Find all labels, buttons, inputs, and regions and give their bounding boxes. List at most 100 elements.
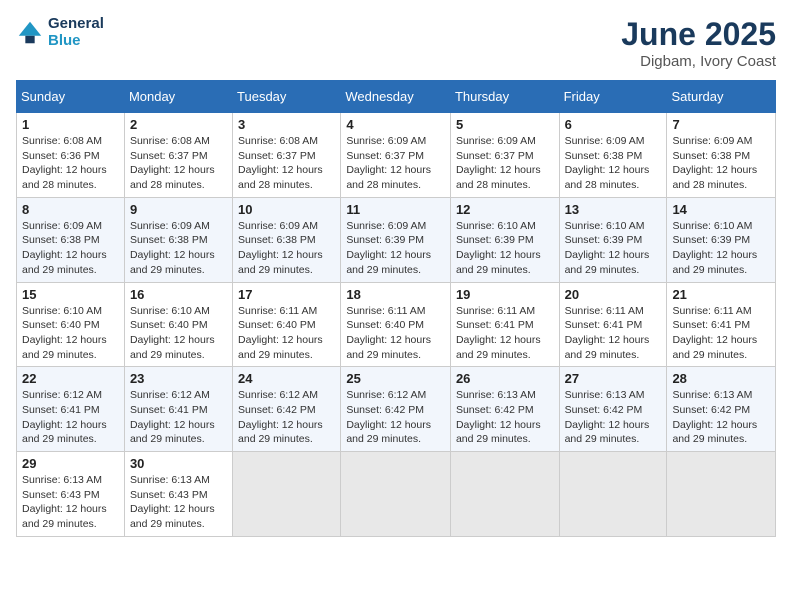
calendar-cell: 9 Sunrise: 6:09 AM Sunset: 6:38 PM Dayli… [124, 197, 232, 282]
calendar-cell [341, 452, 451, 537]
header-cell-tuesday: Tuesday [233, 81, 341, 113]
day-detail: Sunrise: 6:11 AM Sunset: 6:40 PM Dayligh… [346, 304, 445, 363]
day-number: 3 [238, 117, 335, 132]
calendar-week-row: 29 Sunrise: 6:13 AM Sunset: 6:43 PM Dayl… [17, 452, 776, 537]
calendar-subtitle: Digbam, Ivory Coast [621, 53, 776, 70]
calendar-cell: 29 Sunrise: 6:13 AM Sunset: 6:43 PM Dayl… [17, 452, 125, 537]
calendar-cell: 25 Sunrise: 6:12 AM Sunset: 6:42 PM Dayl… [341, 367, 451, 452]
day-number: 6 [565, 117, 662, 132]
day-number: 29 [22, 456, 119, 471]
day-detail: Sunrise: 6:09 AM Sunset: 6:38 PM Dayligh… [672, 134, 770, 193]
calendar-cell: 4 Sunrise: 6:09 AM Sunset: 6:37 PM Dayli… [341, 113, 451, 198]
day-number: 11 [346, 202, 445, 217]
calendar-cell: 26 Sunrise: 6:13 AM Sunset: 6:42 PM Dayl… [450, 367, 559, 452]
day-number: 13 [565, 202, 662, 217]
day-number: 20 [565, 287, 662, 302]
calendar-cell: 12 Sunrise: 6:10 AM Sunset: 6:39 PM Dayl… [450, 197, 559, 282]
day-number: 1 [22, 117, 119, 132]
day-detail: Sunrise: 6:10 AM Sunset: 6:39 PM Dayligh… [672, 219, 770, 278]
day-number: 26 [456, 371, 554, 386]
day-detail: Sunrise: 6:09 AM Sunset: 6:37 PM Dayligh… [456, 134, 554, 193]
day-number: 15 [22, 287, 119, 302]
calendar-cell: 23 Sunrise: 6:12 AM Sunset: 6:41 PM Dayl… [124, 367, 232, 452]
day-number: 28 [672, 371, 770, 386]
day-number: 25 [346, 371, 445, 386]
logo-line2: Blue [48, 33, 104, 50]
calendar-week-row: 1 Sunrise: 6:08 AM Sunset: 6:36 PM Dayli… [17, 113, 776, 198]
calendar-cell: 14 Sunrise: 6:10 AM Sunset: 6:39 PM Dayl… [667, 197, 776, 282]
logo-line1: General [48, 16, 104, 33]
day-number: 10 [238, 202, 335, 217]
calendar-cell: 30 Sunrise: 6:13 AM Sunset: 6:43 PM Dayl… [124, 452, 232, 537]
calendar-cell: 18 Sunrise: 6:11 AM Sunset: 6:40 PM Dayl… [341, 282, 451, 367]
calendar-cell: 19 Sunrise: 6:11 AM Sunset: 6:41 PM Dayl… [450, 282, 559, 367]
calendar-cell: 20 Sunrise: 6:11 AM Sunset: 6:41 PM Dayl… [559, 282, 667, 367]
day-detail: Sunrise: 6:11 AM Sunset: 6:41 PM Dayligh… [672, 304, 770, 363]
day-detail: Sunrise: 6:10 AM Sunset: 6:40 PM Dayligh… [22, 304, 119, 363]
day-detail: Sunrise: 6:09 AM Sunset: 6:39 PM Dayligh… [346, 219, 445, 278]
day-detail: Sunrise: 6:12 AM Sunset: 6:42 PM Dayligh… [346, 388, 445, 447]
day-detail: Sunrise: 6:12 AM Sunset: 6:42 PM Dayligh… [238, 388, 335, 447]
calendar-cell [667, 452, 776, 537]
calendar-cell: 22 Sunrise: 6:12 AM Sunset: 6:41 PM Dayl… [17, 367, 125, 452]
day-detail: Sunrise: 6:13 AM Sunset: 6:42 PM Dayligh… [456, 388, 554, 447]
day-number: 19 [456, 287, 554, 302]
day-detail: Sunrise: 6:09 AM Sunset: 6:38 PM Dayligh… [238, 219, 335, 278]
day-detail: Sunrise: 6:09 AM Sunset: 6:38 PM Dayligh… [565, 134, 662, 193]
calendar-cell: 24 Sunrise: 6:12 AM Sunset: 6:42 PM Dayl… [233, 367, 341, 452]
header-cell-saturday: Saturday [667, 81, 776, 113]
day-number: 22 [22, 371, 119, 386]
day-number: 24 [238, 371, 335, 386]
calendar-cell: 13 Sunrise: 6:10 AM Sunset: 6:39 PM Dayl… [559, 197, 667, 282]
logo-icon [16, 19, 44, 47]
day-number: 27 [565, 371, 662, 386]
calendar-cell: 1 Sunrise: 6:08 AM Sunset: 6:36 PM Dayli… [17, 113, 125, 198]
calendar-header-row: SundayMondayTuesdayWednesdayThursdayFrid… [17, 81, 776, 113]
day-detail: Sunrise: 6:08 AM Sunset: 6:37 PM Dayligh… [238, 134, 335, 193]
calendar-cell: 11 Sunrise: 6:09 AM Sunset: 6:39 PM Dayl… [341, 197, 451, 282]
day-number: 14 [672, 202, 770, 217]
calendar-cell: 5 Sunrise: 6:09 AM Sunset: 6:37 PM Dayli… [450, 113, 559, 198]
day-detail: Sunrise: 6:11 AM Sunset: 6:41 PM Dayligh… [456, 304, 554, 363]
calendar-cell [233, 452, 341, 537]
calendar-week-row: 22 Sunrise: 6:12 AM Sunset: 6:41 PM Dayl… [17, 367, 776, 452]
header: General Blue June 2025 Digbam, Ivory Coa… [16, 16, 776, 70]
day-number: 2 [130, 117, 227, 132]
title-area: June 2025 Digbam, Ivory Coast [621, 16, 776, 70]
calendar-cell: 21 Sunrise: 6:11 AM Sunset: 6:41 PM Dayl… [667, 282, 776, 367]
calendar-cell: 3 Sunrise: 6:08 AM Sunset: 6:37 PM Dayli… [233, 113, 341, 198]
header-cell-wednesday: Wednesday [341, 81, 451, 113]
calendar-cell [559, 452, 667, 537]
day-detail: Sunrise: 6:13 AM Sunset: 6:43 PM Dayligh… [22, 473, 119, 532]
day-detail: Sunrise: 6:09 AM Sunset: 6:38 PM Dayligh… [22, 219, 119, 278]
header-cell-sunday: Sunday [17, 81, 125, 113]
day-number: 9 [130, 202, 227, 217]
day-detail: Sunrise: 6:08 AM Sunset: 6:37 PM Dayligh… [130, 134, 227, 193]
day-number: 8 [22, 202, 119, 217]
calendar-title: June 2025 [621, 16, 776, 53]
day-detail: Sunrise: 6:08 AM Sunset: 6:36 PM Dayligh… [22, 134, 119, 193]
day-detail: Sunrise: 6:11 AM Sunset: 6:40 PM Dayligh… [238, 304, 335, 363]
day-number: 16 [130, 287, 227, 302]
calendar-cell: 8 Sunrise: 6:09 AM Sunset: 6:38 PM Dayli… [17, 197, 125, 282]
calendar-cell: 10 Sunrise: 6:09 AM Sunset: 6:38 PM Dayl… [233, 197, 341, 282]
day-number: 7 [672, 117, 770, 132]
day-detail: Sunrise: 6:09 AM Sunset: 6:38 PM Dayligh… [130, 219, 227, 278]
logo: General Blue [16, 16, 104, 49]
day-number: 4 [346, 117, 445, 132]
calendar-week-row: 8 Sunrise: 6:09 AM Sunset: 6:38 PM Dayli… [17, 197, 776, 282]
day-detail: Sunrise: 6:12 AM Sunset: 6:41 PM Dayligh… [130, 388, 227, 447]
header-cell-friday: Friday [559, 81, 667, 113]
calendar-cell: 17 Sunrise: 6:11 AM Sunset: 6:40 PM Dayl… [233, 282, 341, 367]
day-number: 21 [672, 287, 770, 302]
day-detail: Sunrise: 6:09 AM Sunset: 6:37 PM Dayligh… [346, 134, 445, 193]
calendar-cell: 15 Sunrise: 6:10 AM Sunset: 6:40 PM Dayl… [17, 282, 125, 367]
day-detail: Sunrise: 6:13 AM Sunset: 6:42 PM Dayligh… [565, 388, 662, 447]
calendar-table: SundayMondayTuesdayWednesdayThursdayFrid… [16, 80, 776, 537]
calendar-cell: 27 Sunrise: 6:13 AM Sunset: 6:42 PM Dayl… [559, 367, 667, 452]
calendar-cell [450, 452, 559, 537]
calendar-cell: 28 Sunrise: 6:13 AM Sunset: 6:42 PM Dayl… [667, 367, 776, 452]
header-cell-monday: Monday [124, 81, 232, 113]
day-number: 17 [238, 287, 335, 302]
day-detail: Sunrise: 6:10 AM Sunset: 6:40 PM Dayligh… [130, 304, 227, 363]
